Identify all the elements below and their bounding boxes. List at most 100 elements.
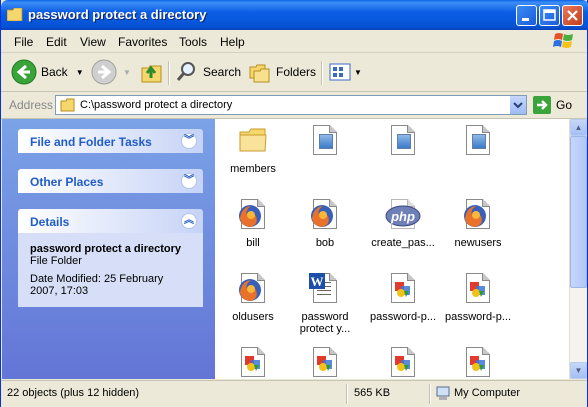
close-button[interactable] bbox=[562, 5, 583, 26]
vertical-scrollbar[interactable]: ▲ ▼ bbox=[569, 119, 587, 379]
file-item[interactable] bbox=[215, 345, 291, 379]
scroll-down-button[interactable]: ▼ bbox=[570, 362, 587, 379]
windows-logo-icon bbox=[553, 33, 573, 48]
views-button[interactable]: ▼ bbox=[328, 59, 362, 85]
toolbar-separator bbox=[321, 61, 323, 85]
file-label: members bbox=[230, 163, 276, 175]
document-icon bbox=[307, 123, 343, 159]
image-file-icon bbox=[235, 345, 271, 379]
views-icon bbox=[329, 63, 351, 81]
explorer-window: password protect a directory File Edit V… bbox=[0, 0, 588, 407]
details-name: password protect a directory bbox=[30, 243, 181, 255]
other-places-panel[interactable]: Other Places ︾ bbox=[18, 169, 203, 193]
go-button[interactable]: Go bbox=[533, 96, 572, 114]
folder-icon bbox=[7, 8, 23, 21]
address-dropdown-button[interactable] bbox=[510, 96, 526, 114]
svg-text:php: php bbox=[390, 209, 415, 224]
menu-bar: File Edit View Favorites Tools Help bbox=[1, 30, 587, 53]
minimize-icon bbox=[522, 18, 529, 21]
firefox-html-icon bbox=[235, 197, 271, 233]
status-bar: 22 objects (plus 12 hidden) 565 KB My Co… bbox=[1, 380, 587, 407]
file-item[interactable]: bill bbox=[215, 197, 291, 249]
up-folder-button[interactable] bbox=[140, 59, 164, 85]
folders-icon bbox=[249, 64, 270, 83]
folders-label: Folders bbox=[276, 65, 317, 79]
file-item[interactable] bbox=[287, 345, 363, 379]
title-bar[interactable]: password protect a directory bbox=[1, 0, 588, 30]
file-item[interactable]: newusers bbox=[440, 197, 516, 249]
toolbar-separator bbox=[168, 61, 170, 85]
maximize-icon bbox=[543, 9, 556, 21]
file-item[interactable] bbox=[440, 123, 516, 163]
menu-tools[interactable]: Tools bbox=[179, 35, 207, 49]
folder-icon bbox=[235, 123, 271, 159]
my-computer-icon bbox=[436, 386, 450, 400]
chevron-down-icon[interactable]: ︾ bbox=[181, 173, 197, 189]
file-label: newusers bbox=[454, 237, 502, 249]
file-label: oldusers bbox=[232, 311, 274, 323]
firefox-html-icon bbox=[460, 197, 496, 233]
forward-dropdown-icon[interactable]: ▼ bbox=[123, 68, 131, 77]
image-file-icon bbox=[307, 345, 343, 379]
file-item[interactable]: password-p... bbox=[365, 271, 441, 323]
file-label: bob bbox=[315, 237, 335, 249]
panel-header[interactable]: Other Places ︾ bbox=[18, 169, 203, 193]
scroll-thumb[interactable] bbox=[570, 136, 587, 288]
maximize-button[interactable] bbox=[539, 5, 560, 26]
back-button[interactable]: Back ▼ bbox=[11, 59, 84, 85]
image-file-icon bbox=[460, 345, 496, 379]
panel-header[interactable]: Details ︽ bbox=[18, 209, 203, 233]
file-label: password-p... bbox=[444, 311, 512, 323]
folders-button[interactable]: Folders bbox=[248, 59, 316, 85]
address-bar: Address C:\password protect a directory … bbox=[1, 92, 587, 119]
folder-icon bbox=[60, 98, 75, 112]
task-pane: File and Folder Tasks ︾ Other Places ︾ D… bbox=[2, 119, 215, 379]
details-body: password protect a directory File Folder… bbox=[18, 233, 203, 307]
file-item[interactable]: php create_pas... bbox=[365, 197, 441, 249]
toolbar: Back ▼ ▼ Search Folders ▼ bbox=[1, 53, 587, 92]
image-file-icon bbox=[385, 345, 421, 379]
status-location: My Computer bbox=[454, 387, 521, 399]
document-icon bbox=[460, 123, 496, 159]
file-item[interactable] bbox=[287, 123, 363, 163]
file-label: create_pas... bbox=[371, 237, 435, 249]
status-object-count: 22 objects (plus 12 hidden) bbox=[7, 387, 140, 399]
forward-button[interactable]: ▼ bbox=[91, 59, 131, 85]
file-label: password-p... bbox=[369, 311, 437, 323]
menu-help[interactable]: Help bbox=[220, 35, 245, 49]
file-item[interactable]: Wpassword protect y... bbox=[287, 271, 363, 335]
word-document-icon: W bbox=[307, 271, 343, 307]
forward-arrow-icon bbox=[91, 59, 117, 85]
address-field[interactable]: C:\password protect a directory bbox=[55, 95, 527, 115]
views-dropdown-icon[interactable]: ▼ bbox=[354, 68, 362, 77]
search-icon bbox=[176, 62, 195, 81]
search-label: Search bbox=[203, 65, 242, 79]
menu-view[interactable]: View bbox=[80, 35, 106, 49]
panel-title: File and Folder Tasks bbox=[30, 135, 152, 149]
file-label: bill bbox=[246, 237, 260, 249]
back-dropdown-icon[interactable]: ▼ bbox=[76, 68, 84, 77]
menu-edit[interactable]: Edit bbox=[46, 35, 67, 49]
file-item[interactable] bbox=[440, 345, 516, 379]
chevron-down-icon[interactable]: ︾ bbox=[181, 133, 197, 149]
menu-favorites[interactable]: Favorites bbox=[118, 35, 167, 49]
minimize-button[interactable] bbox=[516, 5, 537, 26]
file-item[interactable]: password-p... bbox=[440, 271, 516, 323]
svg-text:W: W bbox=[311, 274, 324, 289]
file-item[interactable] bbox=[365, 123, 441, 163]
details-modified: Date Modified: 25 February 2007, 17:03 bbox=[30, 273, 164, 297]
window-title: password protect a directory bbox=[28, 7, 207, 22]
details-panel: Details ︽ password protect a directory F… bbox=[18, 209, 203, 307]
image-file-icon bbox=[385, 271, 421, 307]
file-folder-tasks-panel[interactable]: File and Folder Tasks ︾ bbox=[18, 129, 203, 153]
chevron-up-icon[interactable]: ︽ bbox=[181, 213, 197, 229]
scroll-up-button[interactable]: ▲ bbox=[570, 119, 587, 136]
file-item[interactable] bbox=[365, 345, 441, 379]
file-item[interactable]: members bbox=[215, 123, 291, 175]
search-button[interactable]: Search bbox=[175, 59, 241, 85]
panel-header[interactable]: File and Folder Tasks ︾ bbox=[18, 129, 203, 153]
file-label: password protect y... bbox=[299, 311, 351, 335]
file-item[interactable]: bob bbox=[287, 197, 363, 249]
menu-file[interactable]: File bbox=[14, 35, 33, 49]
file-item[interactable]: oldusers bbox=[215, 271, 291, 323]
